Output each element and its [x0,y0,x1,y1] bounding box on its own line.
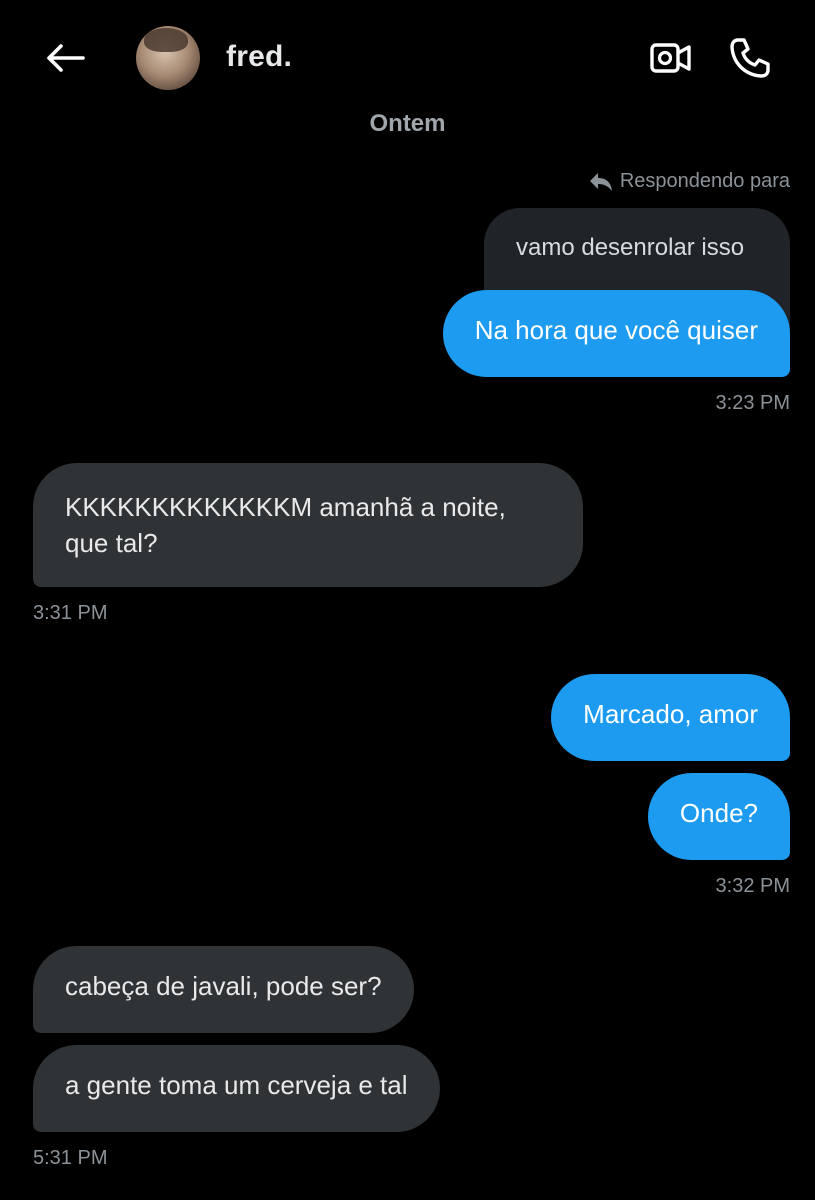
message-bubble-outgoing[interactable]: Onde? [647,773,790,860]
voice-call-button[interactable] [724,32,776,84]
reply-indicator: Respondendo para [588,170,790,193]
date-separator: Ontem [369,110,446,137]
message-text: Marcado, amor [583,699,758,729]
video-call-button[interactable] [646,36,696,80]
phone-icon [728,36,772,80]
message-timestamp: 3:31 PM [33,602,108,624]
message-text: Na hora que você quiser [474,315,758,345]
arrow-left-icon [45,43,85,73]
message-text: a gente toma um cerveja e tal [65,1070,408,1100]
reply-arrow-icon [588,171,614,193]
back-button[interactable] [40,36,90,80]
chat-header: fred. [0,0,815,110]
message-text: Onde? [679,798,758,828]
reply-indicator-label: Respondendo para [619,170,790,192]
message-bubble-outgoing[interactable]: Na hora que você quiser [442,290,790,377]
avatar[interactable] [136,26,200,90]
message-text: cabeça de javali, pode ser? [65,971,382,1001]
message-timestamp: 5:31 PM [33,1147,108,1169]
message-bubble-outgoing[interactable]: Marcado, amor [551,674,790,761]
message-bubble-incoming[interactable]: cabeça de javali, pode ser? [33,946,414,1033]
message-timestamp: 3:32 PM [715,875,790,897]
message-bubble-incoming[interactable]: KKKKKKKKKKKKKM amanhã a noite, que tal? [33,463,583,587]
message-text-line: que tal? [65,528,158,558]
quoted-message-text: vamo desenrolar isso [516,234,745,261]
video-camera-icon [649,40,693,76]
message-bubble-incoming[interactable]: a gente toma um cerveja e tal [33,1045,440,1132]
message-timestamp: 3:23 PM [715,392,790,414]
contact-name[interactable]: fred. [226,40,292,74]
message-text-line: KKKKKKKKKKKKKM amanhã a noite, [65,492,506,522]
